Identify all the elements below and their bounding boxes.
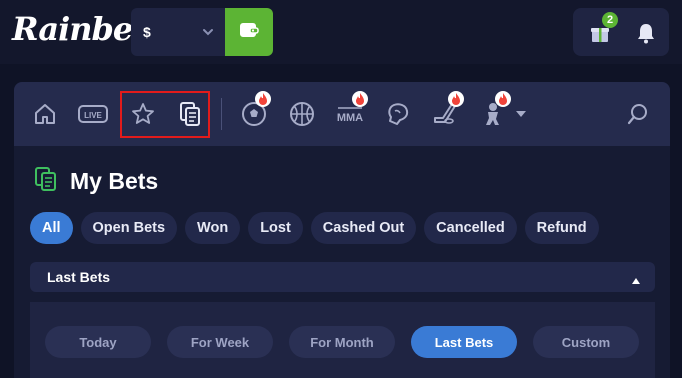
page-header: My Bets (34, 166, 158, 197)
currency-symbol: $ (143, 24, 151, 40)
my-bets-section: My Bets All Open Bets Won Lost Cashed Ou… (14, 146, 670, 378)
range-custom[interactable]: Custom (533, 326, 639, 358)
sports-nav: LIVE MMA (14, 82, 670, 146)
page-title: My Bets (70, 168, 159, 194)
last-bets-dropdown[interactable]: Last Bets (30, 262, 655, 292)
filter-all[interactable]: All (30, 212, 73, 244)
bell-icon[interactable] (636, 22, 656, 49)
caret-up-icon (631, 272, 641, 288)
range-last-bets[interactable]: Last Bets (411, 326, 517, 358)
fire-icon (255, 91, 271, 107)
filter-open-bets[interactable]: Open Bets (80, 212, 178, 244)
wallet-button[interactable] (225, 8, 273, 56)
filter-cashed-out[interactable]: Cashed Out (310, 212, 417, 244)
chevron-down-icon (201, 25, 215, 42)
bets-title-icon (34, 166, 58, 197)
user-actions: 2 (573, 8, 669, 56)
rainbet-logo[interactable]: Rainbet (12, 10, 147, 48)
date-range-options: Today For Week For Month Last Bets Custo… (45, 326, 639, 358)
currency-selector[interactable]: $ (131, 8, 225, 56)
basketball-icon[interactable] (288, 100, 316, 128)
search-icon[interactable] (624, 100, 652, 128)
wallet-icon (239, 21, 259, 44)
highlight-box (120, 91, 210, 138)
mma-label: MMA (337, 112, 363, 124)
bet-filter-tabs: All Open Bets Won Lost Cashed Out Cancel… (30, 212, 599, 244)
live-label: LIVE (84, 111, 102, 120)
filter-refund[interactable]: Refund (524, 212, 599, 244)
nav-divider (221, 98, 222, 130)
boxing-icon[interactable] (384, 100, 412, 128)
date-range-panel: Today For Week For Month Last Bets Custo… (30, 302, 655, 378)
live-icon[interactable]: LIVE (78, 100, 108, 128)
gift-count-badge: 2 (602, 12, 618, 28)
filter-lost[interactable]: Lost (248, 212, 303, 244)
home-icon[interactable] (31, 100, 59, 128)
more-chevron-icon[interactable] (513, 100, 529, 128)
filter-won[interactable]: Won (185, 212, 241, 244)
range-today[interactable]: Today (45, 326, 151, 358)
last-bets-label: Last Bets (47, 269, 111, 285)
range-for-week[interactable]: For Week (167, 326, 273, 358)
filter-cancelled[interactable]: Cancelled (424, 212, 517, 244)
fire-icon (352, 91, 368, 107)
fire-icon (495, 91, 511, 107)
top-bar: Rainbet $ 2 (0, 0, 682, 64)
range-for-month[interactable]: For Month (289, 326, 395, 358)
fire-icon (448, 91, 464, 107)
